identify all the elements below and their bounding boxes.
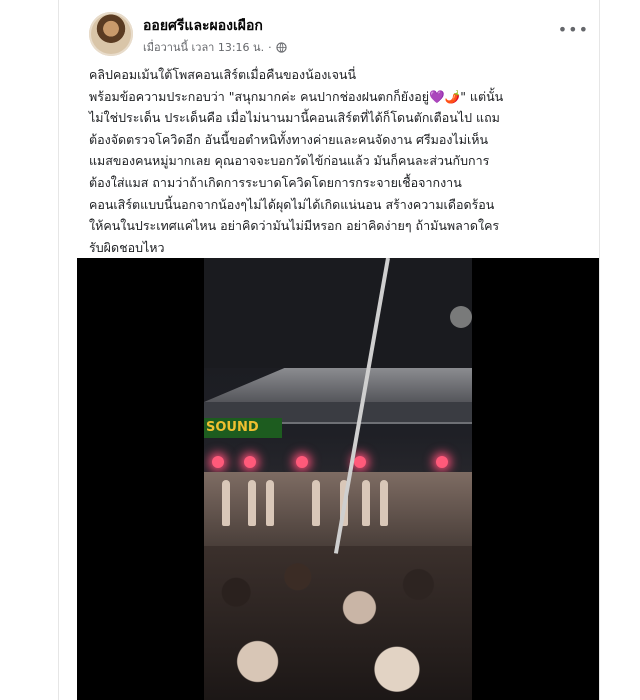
stage-light (296, 456, 308, 468)
post-timestamp[interactable]: เมื่อวานนี้ เวลา 13:16 น. (143, 38, 264, 56)
video-control-icon[interactable] (450, 306, 472, 328)
post-line-2: พร้อมข้อความประกอบว่า "สนุกมากค่ะ คนปากช… (89, 86, 551, 108)
stage-light (244, 456, 256, 468)
dancer (312, 480, 320, 526)
author-name[interactable]: ออยศรีและผองเผือก (143, 15, 263, 37)
globe-icon (275, 41, 287, 53)
post-line-7: คอนเสิร์ตแบบนี้นอกจากน้องๆไม่ได้ผุดไม่ได… (89, 196, 495, 212)
post-line-4: ต้องจัดตรวจโควิดอีก อันนี้ขอตำหนิทั้งทาง… (89, 131, 489, 147)
post-line-9: รับผิดชอบไหว (89, 239, 165, 255)
more-options-icon[interactable]: ••• (558, 20, 589, 39)
stage-light (436, 456, 448, 468)
dancer (380, 480, 388, 526)
heart-chili-emoji: 💜🌶️ (429, 88, 461, 104)
post-line-2-text: พร้อมข้อความประกอบว่า "สนุกมากค่ะ คนปากช… (89, 88, 430, 104)
post-line-6: ต้องใส่แมส ถามว่าถ้าเกิดการระบาดโควิดโดย… (89, 174, 462, 190)
post-line-1: คลิปคอมเม้นใต้โพสคอนเสิร์ตเมื่อคืนของน้อ… (89, 67, 356, 82)
post-card: ออยศรีและผองเผือก เมื่อวานนี้ เวลา 13:16… (58, 0, 600, 700)
stage-light (212, 456, 224, 468)
meta-separator: · (268, 40, 272, 54)
video-frame[interactable]: SOUND (204, 258, 472, 700)
post-header: ออยศรีและผองเผือก เมื่อวานนี้ เวลา 13:16… (89, 8, 599, 58)
dancer (266, 480, 274, 526)
dancer (222, 480, 230, 526)
dancer (362, 480, 370, 526)
post-text: คลิปคอมเม้นใต้โพสคอนเสิร์ตเมื่อคืนของน้อ… (89, 64, 551, 258)
night-sky (204, 258, 472, 368)
post-line-3: ไม่ใช่ประเด็น ประเด็นคือ เมื่อไม่นานมานี… (89, 110, 500, 126)
stage-roof (204, 368, 472, 402)
avatar[interactable] (89, 12, 133, 56)
video-player[interactable]: SOUND (77, 258, 599, 700)
crowd (204, 546, 472, 700)
stage-light (354, 456, 366, 468)
post-line-5: แมสของคนหมู่มากเลย คุณอาจจะบอกวัดไข้ก่อน… (89, 153, 490, 169)
post-meta: เมื่อวานนี้ เวลา 13:16 น. · (143, 38, 287, 56)
dancer (248, 480, 256, 526)
post-line-2-tail: " แต่นั้น (460, 88, 504, 104)
post-line-8: ให้คนในประเทศแค่ไหน อย่าคิดว่ามันไม่มีหร… (89, 218, 500, 234)
sound-sign: SOUND (204, 418, 282, 438)
